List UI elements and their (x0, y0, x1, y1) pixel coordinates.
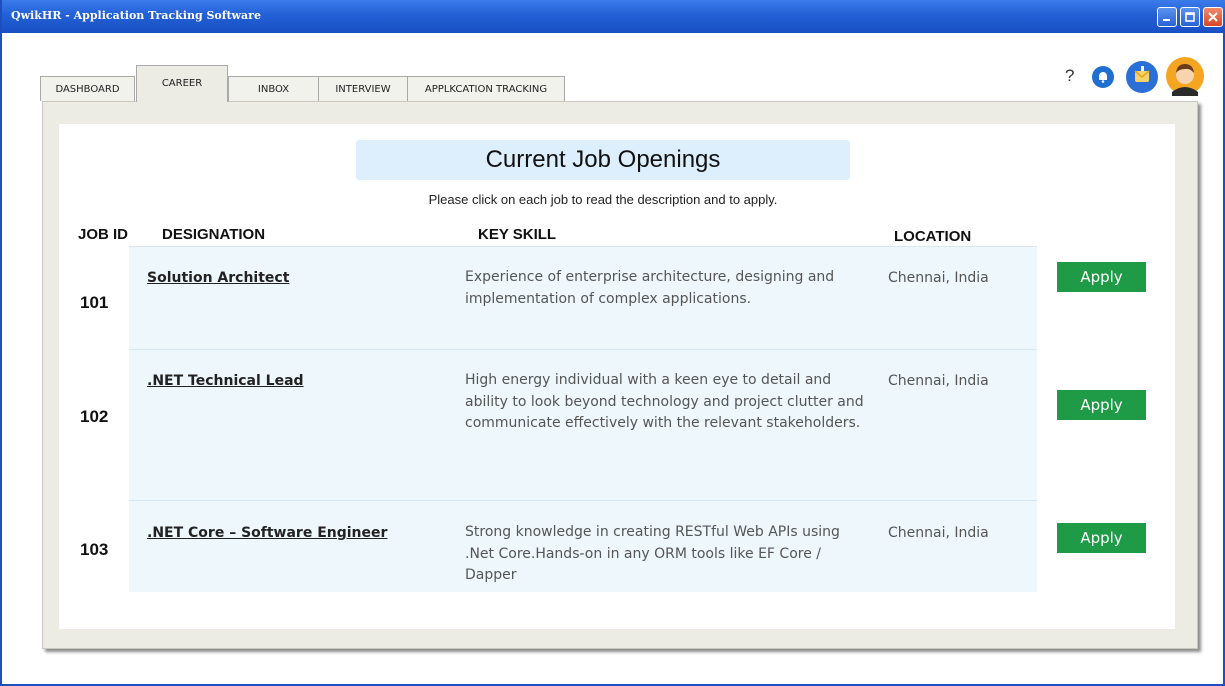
tab-inbox[interactable]: INBOX (228, 76, 319, 101)
job-key-skill: Experience of enterprise architecture, d… (465, 269, 835, 307)
row-divider (129, 500, 1037, 501)
apply-button[interactable]: Apply (1057, 390, 1146, 420)
tab-dashboard[interactable]: DASHBOARD (40, 76, 135, 101)
tab-career[interactable]: CAREER (136, 65, 228, 102)
messages-icon[interactable] (1125, 60, 1159, 94)
job-key-skill: High energy individual with a keen eye t… (465, 372, 864, 431)
column-header-key-skill: KEY SKILL (478, 226, 557, 243)
column-header-designation: DESIGNATION (162, 226, 266, 243)
title-bar[interactable]: QwikHR - Application Tracking Software (2, 0, 1225, 33)
window-title: QwikHR - Application Tracking Software (11, 9, 261, 22)
apply-button[interactable]: Apply (1057, 262, 1146, 292)
page-subtitle: Please click on each job to read the des… (428, 192, 778, 207)
apply-button[interactable]: Apply (1057, 523, 1146, 553)
job-location: Chennai, India (888, 525, 989, 541)
job-designation-link[interactable]: .NET Core – Software Engineer (147, 525, 387, 541)
job-location: Chennai, India (888, 373, 989, 389)
job-designation-link[interactable]: .NET Technical Lead (147, 373, 304, 389)
row-divider (129, 246, 1037, 247)
column-header-job-id: JOB ID (78, 226, 129, 243)
job-designation-link[interactable]: Solution Architect (147, 270, 289, 286)
job-location: Chennai, India (888, 270, 989, 286)
job-id: 102 (80, 407, 109, 426)
job-id: 101 (80, 293, 109, 312)
notification-bell-icon[interactable] (1091, 65, 1115, 89)
close-icon[interactable] (1203, 7, 1223, 27)
app-window: QwikHR - Application Tracking Software D… (0, 0, 1225, 686)
job-id: 103 (80, 540, 109, 559)
maximize-icon[interactable] (1180, 7, 1200, 27)
tab-interview[interactable]: INTERVIEW (318, 76, 408, 101)
job-key-skill: Strong knowledge in creating RESTful Web… (465, 524, 840, 583)
row-divider (129, 349, 1037, 350)
help-icon[interactable]: ? (1065, 66, 1074, 86)
user-avatar-icon[interactable] (1165, 56, 1205, 96)
column-header-location: LOCATION (894, 228, 972, 245)
page-title: Current Job Openings (356, 140, 850, 180)
minimize-icon[interactable] (1157, 7, 1177, 27)
tab-application-tracking[interactable]: APPLKCATION TRACKING (407, 76, 565, 101)
